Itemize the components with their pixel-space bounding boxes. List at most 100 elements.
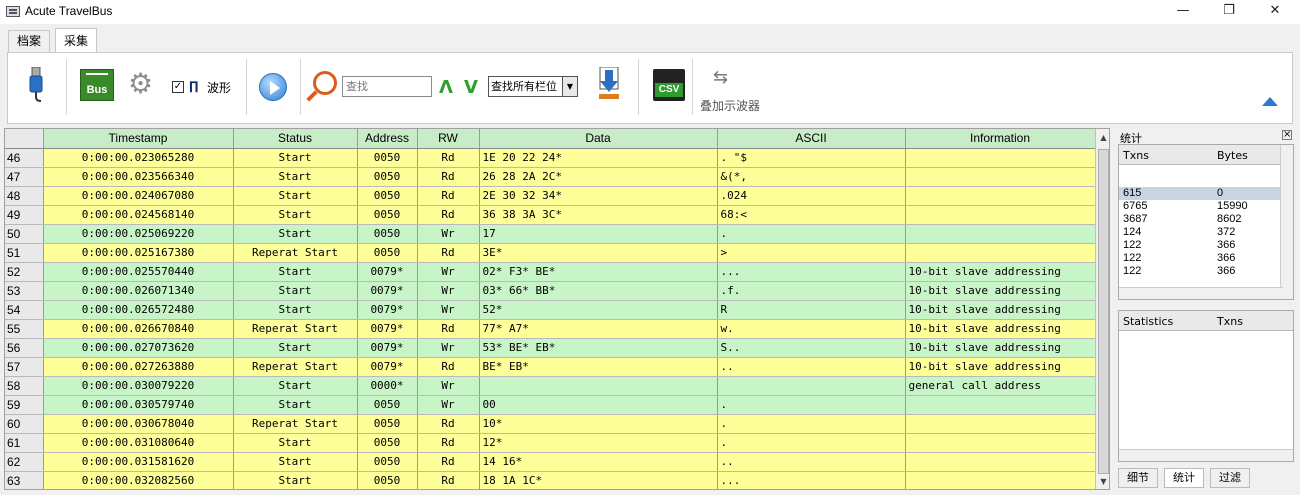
bytes-value: 366 xyxy=(1217,252,1236,264)
rw-cell: Rd xyxy=(417,357,480,377)
tab-archive[interactable]: 档案 xyxy=(8,30,51,52)
timestamp-cell: 0:00:00.024067080 xyxy=(43,186,234,206)
bytes-value: 0 xyxy=(1217,187,1224,199)
stats-horizontal-scrollbar[interactable] xyxy=(1119,287,1283,299)
column-header-ascii[interactable]: ASCII xyxy=(717,129,906,149)
address-cell: 0000* xyxy=(357,376,418,396)
timestamp-cell: 0:00:00.030678040 xyxy=(43,414,234,434)
table-row[interactable]: 57 0:00:00.027263880 Reperat Start 0079* Rd B… xyxy=(5,357,1096,377)
close-icon[interactable]: × xyxy=(1282,130,1292,140)
search-icon[interactable] xyxy=(313,71,337,95)
find-scope-select[interactable]: 查找所有栏位 ▼ xyxy=(488,76,578,97)
list-item[interactable]: 124 372 xyxy=(1119,226,1283,239)
rw-cell: Rd xyxy=(417,433,480,453)
table-row[interactable]: 49 0:00:00.024568140 Start 0050 Rd 36 38 3A 3… xyxy=(5,205,1096,225)
search-input[interactable] xyxy=(342,76,432,97)
table-row[interactable]: 62 0:00:00.031581620 Start 0050 Rd 14 16*.. xyxy=(5,452,1096,472)
list-item[interactable]: 122 366 xyxy=(1119,239,1283,252)
address-cell: 0079* xyxy=(357,357,418,377)
column-header-timestamp[interactable]: Timestamp xyxy=(43,129,234,149)
column-header-status[interactable]: Status xyxy=(233,129,358,149)
column-header-bytes[interactable]: Bytes xyxy=(1217,149,1248,162)
information-cell xyxy=(905,471,1096,489)
list-item[interactable]: 615 0 xyxy=(1119,187,1283,200)
gear-icon[interactable]: ⚙ xyxy=(128,69,162,103)
table-row[interactable]: 52 0:00:00.025570440 Start 0079* Wr 02* F3* B… xyxy=(5,262,1096,282)
table-row[interactable]: 63 0:00:00.032082560 Start 0050 Rd 18 1A 1C*.… xyxy=(5,471,1096,489)
table-row[interactable]: 46 0:00:00.023065280 Start 0050 Rd 1E 20 22 2… xyxy=(5,148,1096,168)
table-row[interactable]: 48 0:00:00.024067080 Start 0050 Rd 2E 30 32 3… xyxy=(5,186,1096,206)
stats-panel: 统计 × Txns Bytes 615 0 6765 15990 3687 8602 124… xyxy=(1116,128,1296,490)
column-header-txns[interactable]: Txns xyxy=(1217,315,1243,328)
scroll-thumb[interactable] xyxy=(1098,149,1109,474)
list-item[interactable]: 122 366 xyxy=(1119,252,1283,265)
window-title: Acute TravelBus xyxy=(25,4,113,18)
list-item[interactable]: 122 366 xyxy=(1119,265,1283,278)
grid-vertical-scrollbar[interactable]: ▲ ▼ xyxy=(1095,129,1109,489)
usb-icon[interactable] xyxy=(27,67,45,103)
column-header-statistics[interactable]: Statistics xyxy=(1123,315,1173,328)
tab-statistics[interactable]: 统计 xyxy=(1164,468,1204,488)
find-next-icon[interactable]: V xyxy=(464,77,478,98)
table-row[interactable]: 60 0:00:00.030678040 Reperat Start 0050 Rd 10… xyxy=(5,414,1096,434)
column-header-rw[interactable]: RW xyxy=(417,129,480,149)
maximize-button[interactable]: ❐ xyxy=(1206,0,1252,24)
row-number: 61 xyxy=(5,433,44,453)
waveform-checkbox[interactable]: ✓ xyxy=(172,81,184,93)
data-cell: 17 xyxy=(479,224,718,244)
table-row[interactable]: 50 0:00:00.025069220 Start 0050 Wr 17. xyxy=(5,224,1096,244)
close-button[interactable]: ✕ xyxy=(1252,0,1298,24)
column-header-data[interactable]: Data xyxy=(479,129,718,149)
tab-details[interactable]: 细节 xyxy=(1118,468,1158,488)
table-row[interactable]: 54 0:00:00.026572480 Start 0079* Wr 52* R 10-bi… xyxy=(5,300,1096,320)
bus-icon[interactable]: Bus xyxy=(80,69,114,101)
table-row[interactable]: 47 0:00:00.023566340 Start 0050 Rd 26 28 2A 2… xyxy=(5,167,1096,187)
row-number: 53 xyxy=(5,281,44,301)
list-item[interactable]: 3687 8602 xyxy=(1119,213,1283,226)
rw-cell: Wr xyxy=(417,262,480,282)
table-row[interactable]: 59 0:00:00.030579740 Start 0050 Wr 00. xyxy=(5,395,1096,415)
collapse-ribbon-icon[interactable] xyxy=(1262,97,1278,106)
ascii-cell: 68:< xyxy=(717,205,906,225)
column-header-address[interactable]: Address xyxy=(357,129,418,149)
csv-export-icon[interactable]: CSV xyxy=(653,69,685,101)
ribbon-toolbar: Bus ⚙ ✓ ∏ 波形 Λ V 查找所有栏位 ▼ CSV ⇆ 叠加示波器 xyxy=(7,52,1293,124)
play-icon[interactable] xyxy=(259,73,287,101)
statistics-horizontal-scrollbar[interactable] xyxy=(1119,449,1293,461)
status-cell: Reperat Start xyxy=(233,319,358,339)
row-number: 56 xyxy=(5,338,44,358)
timestamp-cell: 0:00:00.027263880 xyxy=(43,357,234,377)
title-bar: Acute TravelBus — ❐ ✕ xyxy=(0,0,1300,24)
table-row[interactable]: 56 0:00:00.027073620 Start 0079* Wr 53* BE* E… xyxy=(5,338,1096,358)
table-row[interactable]: 51 0:00:00.025167380 Reperat Start 0050 Rd 3E… xyxy=(5,243,1096,263)
column-header-information[interactable]: Information xyxy=(905,129,1096,149)
ascii-cell: ... xyxy=(717,471,906,489)
scroll-up-icon[interactable]: ▲ xyxy=(1098,131,1109,145)
table-row[interactable]: 55 0:00:00.026670840 Reperat Start 0079* Rd 7… xyxy=(5,319,1096,339)
ascii-cell: .. xyxy=(717,452,906,472)
oscilloscope-label[interactable]: 叠加示波器 xyxy=(700,97,760,114)
minimize-button[interactable]: — xyxy=(1160,0,1206,24)
table-row[interactable]: 61 0:00:00.031080640 Start 0050 Rd 12*. xyxy=(5,433,1096,453)
stats-vertical-scrollbar[interactable] xyxy=(1280,145,1293,299)
timestamp-cell: 0:00:00.024568140 xyxy=(43,205,234,225)
tab-filter[interactable]: 过滤 xyxy=(1210,468,1250,488)
find-previous-icon[interactable]: Λ xyxy=(439,77,453,98)
download-icon[interactable] xyxy=(597,67,621,101)
rw-cell: Rd xyxy=(417,471,480,489)
table-row[interactable]: 58 0:00:00.030079220 Start 0000* Wr general c… xyxy=(5,376,1096,396)
row-number: 57 xyxy=(5,357,44,377)
list-item[interactable]: 6765 15990 xyxy=(1119,200,1283,213)
oscilloscope-icon[interactable]: ⇆ xyxy=(713,67,728,88)
timestamp-cell: 0:00:00.026670840 xyxy=(43,319,234,339)
scroll-down-icon[interactable]: ▼ xyxy=(1098,475,1109,489)
status-cell: Start xyxy=(233,338,358,358)
table-row[interactable]: 53 0:00:00.026071340 Start 0079* Wr 03* 66* B… xyxy=(5,281,1096,301)
data-cell xyxy=(479,376,718,396)
status-cell: Reperat Start xyxy=(233,243,358,263)
transaction-grid: Timestamp Status Address RW Data ASCII I… xyxy=(4,128,1110,490)
txns-value: 122 xyxy=(1123,265,1142,277)
timestamp-cell: 0:00:00.025167380 xyxy=(43,243,234,263)
column-header-txns[interactable]: Txns xyxy=(1123,149,1149,162)
tab-capture[interactable]: 采集 xyxy=(55,28,98,52)
